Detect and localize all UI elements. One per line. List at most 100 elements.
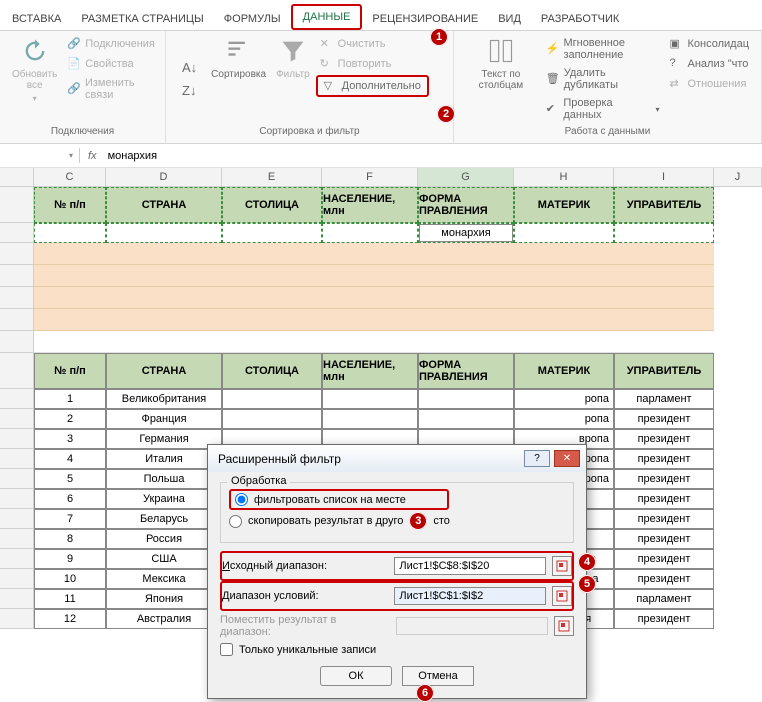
refresh-all-button[interactable]: Обновить все ▾ (8, 35, 61, 123)
criteria-cell[interactable] (222, 223, 322, 243)
tab-pagelayout[interactable]: РАЗМЕТКА СТРАНИЦЫ (71, 8, 213, 30)
row-header[interactable] (0, 187, 34, 223)
cancel-button[interactable]: Отмена (402, 666, 474, 686)
empty-row[interactable] (34, 331, 714, 353)
data-cell[interactable]: 7 (34, 509, 106, 529)
fx-icon[interactable]: fx (80, 150, 105, 162)
row-header[interactable] (0, 529, 34, 549)
flash-fill-button[interactable]: ⚡Мгновенное заполнение (542, 35, 664, 63)
data-cell[interactable] (322, 389, 418, 409)
range-picker-button[interactable] (554, 616, 574, 636)
data-cell[interactable]: президент (614, 529, 714, 549)
data-cell[interactable] (222, 389, 322, 409)
data-cell[interactable]: Великобритания (106, 389, 222, 409)
col-header-D[interactable]: D (106, 168, 222, 186)
text-to-columns-button[interactable]: Текст по столбцам (462, 35, 540, 123)
data-cell[interactable]: 2 (34, 409, 106, 429)
data-cell[interactable]: 9 (34, 549, 106, 569)
criteria-header[interactable]: НАСЕЛЕНИЕ, млн (322, 187, 418, 223)
connections-button[interactable]: 🔗Подключения (63, 35, 159, 53)
data-cell[interactable]: 3 (34, 429, 106, 449)
dialog-titlebar[interactable]: Расширенный фильтр ? ✕ (208, 445, 586, 472)
data-cell[interactable]: Италия (106, 449, 222, 469)
select-all-corner[interactable] (0, 168, 34, 186)
checkbox-input[interactable] (220, 643, 233, 656)
sort-button[interactable]: Сортировка (207, 35, 270, 123)
radio-input[interactable] (229, 515, 242, 528)
data-cell[interactable]: ропа (514, 389, 614, 409)
data-cell[interactable]: Австралия (106, 609, 222, 629)
sort-desc-button[interactable]: Z↓ (178, 81, 201, 100)
criteria-header[interactable]: СТРАНА (106, 187, 222, 223)
data-cell[interactable]: Россия (106, 529, 222, 549)
data-cell[interactable]: 6 (34, 489, 106, 509)
data-header[interactable]: СТОЛИЦА (222, 353, 322, 389)
criteria-cell[interactable] (34, 223, 106, 243)
properties-button[interactable]: 📄Свойства (63, 55, 159, 73)
data-cell[interactable]: президент (614, 569, 714, 589)
filter-button[interactable]: Фильтр (272, 35, 314, 123)
row-header[interactable] (0, 569, 34, 589)
range-picker-button[interactable] (552, 556, 572, 576)
data-cell[interactable] (322, 409, 418, 429)
row-header[interactable] (0, 243, 34, 265)
col-header-F[interactable]: F (322, 168, 418, 186)
data-header[interactable]: СТРАНА (106, 353, 222, 389)
data-cell[interactable]: президент (614, 489, 714, 509)
criteria-cell[interactable] (514, 223, 614, 243)
unique-records-check[interactable]: Только уникальные записи (220, 641, 574, 658)
row-header[interactable] (0, 489, 34, 509)
sort-asc-button[interactable]: A↓ (178, 58, 201, 77)
empty-band[interactable] (34, 265, 714, 287)
data-cell[interactable]: Япония (106, 589, 222, 609)
row-header[interactable] (0, 429, 34, 449)
row-header[interactable] (0, 589, 34, 609)
tab-developer[interactable]: РАЗРАБОТЧИК (531, 8, 629, 30)
data-cell[interactable]: ропа (514, 409, 614, 429)
row-header[interactable] (0, 449, 34, 469)
data-cell[interactable]: президент (614, 429, 714, 449)
col-header-H[interactable]: H (514, 168, 614, 186)
tab-insert[interactable]: ВСТАВКА (2, 8, 71, 30)
whatif-button[interactable]: ?Анализ "что (666, 55, 754, 73)
data-cell[interactable]: 5 (34, 469, 106, 489)
clear-filter-button[interactable]: ✕Очистить (316, 35, 429, 53)
tab-formulas[interactable]: ФОРМУЛЫ (214, 8, 291, 30)
data-cell[interactable]: Мексика (106, 569, 222, 589)
advanced-filter-button[interactable]: ▽Дополнительно (316, 75, 429, 97)
help-button[interactable]: ? (524, 450, 550, 467)
data-cell[interactable]: 4 (34, 449, 106, 469)
data-cell[interactable]: президент (614, 549, 714, 569)
data-cell[interactable]: президент (614, 609, 714, 629)
source-range-input[interactable] (394, 557, 546, 575)
row-header[interactable] (0, 309, 34, 331)
criteria-cell[interactable] (322, 223, 418, 243)
data-cell[interactable]: парламент (614, 389, 714, 409)
range-picker-button[interactable] (552, 586, 572, 606)
relations-button[interactable]: ⇄Отношения (666, 75, 754, 93)
col-header-C[interactable]: C (34, 168, 106, 186)
radio-filter-inplace[interactable]: фильтровать список на месте (229, 489, 449, 510)
data-cell[interactable]: 12 (34, 609, 106, 629)
criteria-range-input[interactable] (394, 587, 546, 605)
criteria-header[interactable]: УПРАВИТЕЛЬ (614, 187, 714, 223)
row-header[interactable] (0, 223, 34, 243)
data-header[interactable]: МАТЕРИК (514, 353, 614, 389)
tab-view[interactable]: ВИД (488, 8, 531, 30)
data-cell[interactable]: 8 (34, 529, 106, 549)
data-cell[interactable]: парламент (614, 589, 714, 609)
row-header[interactable] (0, 409, 34, 429)
radio-copy-to[interactable]: скопировать результат в друго 3 сто (229, 510, 565, 532)
col-header-I[interactable]: I (614, 168, 714, 186)
criteria-cell[interactable] (106, 223, 222, 243)
row-header[interactable] (0, 331, 34, 353)
data-header[interactable]: № п/п (34, 353, 106, 389)
row-header[interactable] (0, 287, 34, 309)
close-button[interactable]: ✕ (554, 450, 580, 467)
col-header-E[interactable]: E (222, 168, 322, 186)
criteria-header[interactable]: ФОРМА ПРАВЛЕНИЯ (418, 187, 514, 223)
criteria-header[interactable]: № п/п (34, 187, 106, 223)
row-header[interactable] (0, 609, 34, 629)
criteria-cell[interactable]: монархия (418, 223, 514, 243)
criteria-cell[interactable] (614, 223, 714, 243)
